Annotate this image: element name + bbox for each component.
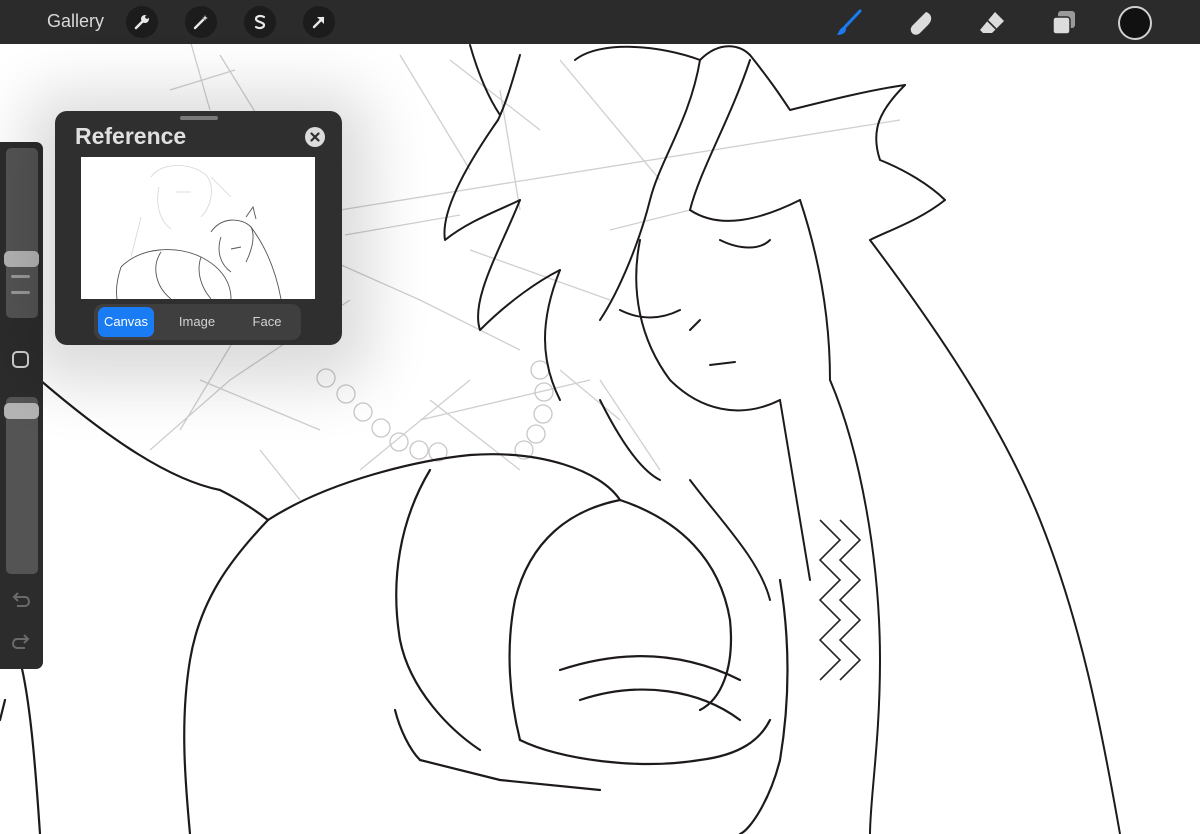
opacity-slider[interactable]: [4, 397, 39, 574]
tab-face[interactable]: Face: [238, 307, 296, 337]
close-x-icon: [310, 132, 320, 142]
brush-icon: [837, 9, 862, 35]
layers-button[interactable]: [1047, 6, 1081, 40]
redo-arrow-icon: [11, 634, 30, 649]
brush-size-thumb[interactable]: [4, 251, 39, 267]
brush-button[interactable]: [832, 6, 866, 40]
reference-close-button[interactable]: [305, 127, 325, 147]
arrow-cursor-icon: [312, 16, 325, 29]
smudge-finger-icon: [910, 12, 932, 35]
eraser-icon: [980, 12, 1004, 33]
wrench-icon: [134, 15, 149, 30]
adjustments-button[interactable]: [185, 6, 217, 38]
redo-button[interactable]: [9, 630, 33, 654]
brush-size-slider[interactable]: [4, 148, 39, 318]
opacity-thumb[interactable]: [4, 403, 39, 419]
slider-tick: [11, 275, 30, 278]
tab-image[interactable]: Image: [168, 307, 226, 337]
panel-drag-handle[interactable]: [180, 116, 218, 120]
magic-wand-icon: [193, 15, 208, 30]
reference-canvas-preview: [81, 157, 315, 299]
transform-button[interactable]: [303, 6, 335, 38]
reference-thumbnail: [116, 165, 282, 299]
smudge-button[interactable]: [904, 6, 938, 40]
tab-canvas[interactable]: Canvas: [98, 307, 154, 337]
actions-button[interactable]: [126, 6, 158, 38]
square-modify-icon[interactable]: [12, 351, 29, 368]
reference-tab-bar: Canvas Image Face: [94, 304, 301, 340]
eraser-button[interactable]: [975, 6, 1009, 40]
slider-tick: [11, 291, 30, 294]
selection-button[interactable]: [244, 6, 276, 38]
undo-arrow-icon: [12, 592, 31, 607]
left-sidebar: [0, 142, 43, 669]
selection-s-icon: [254, 14, 266, 30]
reference-panel: Reference Canvas Image Face: [55, 111, 342, 345]
color-picker-button[interactable]: [1118, 6, 1152, 40]
undo-button[interactable]: [9, 588, 33, 612]
reference-title: Reference: [75, 123, 187, 149]
layers-icon: [1052, 11, 1075, 35]
gallery-button[interactable]: Gallery: [47, 11, 104, 32]
top-toolbar: Gallery: [0, 0, 1200, 44]
